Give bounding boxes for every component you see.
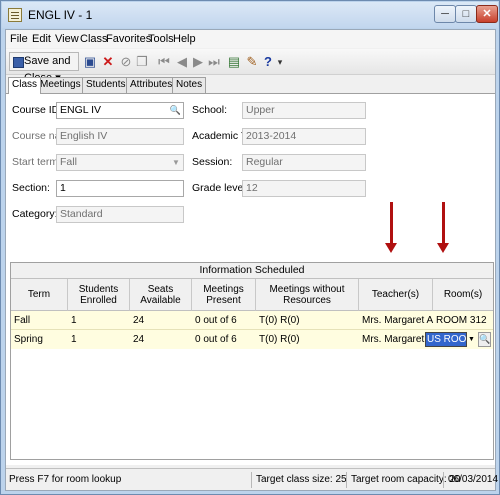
tab-meetings[interactable]: Meetings [36, 77, 85, 93]
column-header-students-enrolled[interactable]: Students Enrolled [68, 279, 130, 311]
cell-teacher[interactable]: Mrs. Margaret Anne ... [359, 330, 433, 349]
binoculars-icon[interactable]: 🔍 [478, 332, 491, 347]
grid-title: Information Scheduled [11, 263, 493, 279]
chevron-down-icon[interactable]: ▼ [170, 156, 182, 169]
table-row[interactable]: Spring 1 24 0 out of 6 T(0) R(0) Mrs. Ma… [11, 330, 493, 349]
cell-meetings-without: T(0) R(0) [259, 334, 300, 345]
attach-icon[interactable]: ⊘ [118, 54, 134, 70]
close-button[interactable]: ✕ [476, 5, 498, 23]
binoculars-icon[interactable]: 🔍 [169, 104, 182, 117]
grade-levels-field[interactable]: 12 [242, 180, 366, 197]
column-header-meetings-present[interactable]: Meetings Present [192, 279, 256, 311]
cell-room[interactable]: ROOM 312 [433, 311, 493, 330]
cell-term: Fall [14, 315, 31, 326]
section-field[interactable]: 1 [56, 180, 184, 197]
cell-seats: 24 [133, 334, 145, 345]
tab-notes[interactable]: Notes [172, 77, 207, 93]
annotation-arrow-teacher [385, 202, 397, 253]
course-id-label: Course ID: [12, 104, 63, 116]
course-name-field[interactable]: English IV [56, 128, 184, 145]
prev-record-icon[interactable]: ◀ [174, 54, 190, 70]
menu-help[interactable]: Help [173, 33, 196, 45]
academic-year-field[interactable]: 2013-2014 [242, 128, 366, 145]
tab-strip: Class Meetings Students Attributes Notes [6, 77, 495, 94]
cell-seats: 24 [133, 315, 145, 326]
tab-attributes[interactable]: Attributes [126, 77, 177, 93]
chevron-down-icon[interactable]: ▼ [467, 332, 476, 347]
column-header-rooms[interactable]: Room(s) [433, 279, 493, 311]
session-field[interactable]: Regular [242, 154, 366, 171]
column-header-meetings-without-resources[interactable]: Meetings without Resources [256, 279, 359, 311]
class-tab-panel: Course ID: ENGL IV 🔍 Course name: Englis… [6, 93, 495, 465]
cell-enrolled: 1 [71, 315, 77, 326]
menu-favorites[interactable]: Favorites [106, 33, 151, 45]
status-bar: Press F7 for room lookup Target class si… [6, 468, 499, 490]
floppy-icon[interactable]: ▣ [82, 54, 98, 70]
menu-bar: File Edit View Class Favorites Tools Hel… [6, 30, 495, 48]
start-term-select[interactable]: Fall ▼ [56, 154, 184, 171]
section-label: Section: [12, 182, 50, 194]
session-label: Session: [192, 156, 233, 168]
menu-view[interactable]: View [55, 33, 79, 45]
status-hint: Press F7 for room lookup [9, 474, 122, 485]
maximize-button[interactable]: □ [455, 5, 477, 23]
report-icon[interactable]: ▤ [226, 54, 242, 70]
status-divider [251, 472, 252, 488]
status-divider [346, 472, 347, 488]
notes-icon[interactable]: ✎ [244, 54, 260, 70]
room-select[interactable]: US ROOM 2 [425, 332, 467, 347]
copy-icon[interactable]: ❐ [134, 54, 150, 70]
tab-students[interactable]: Students [82, 77, 130, 93]
cell-meetings-without: T(0) R(0) [259, 315, 300, 326]
menu-tools[interactable]: Tools [148, 33, 174, 45]
school-field[interactable]: Upper [242, 102, 366, 119]
status-date: 06/03/2014 [448, 474, 499, 485]
category-label: Category: [12, 208, 58, 220]
menu-file[interactable]: File [10, 33, 28, 45]
start-term-label: Start term: [12, 156, 62, 168]
menu-class[interactable]: Class [80, 33, 108, 45]
course-id-field[interactable]: ENGL IV 🔍 [56, 102, 184, 119]
window-title: ENGL IV - 1 [28, 8, 93, 22]
application-window: ENGL IV - 1 ─ □ ✕ File Edit View Class F… [0, 0, 500, 495]
annotation-arrow-room [437, 202, 449, 253]
cell-meetings-present: 0 out of 6 [195, 315, 237, 326]
app-icon [8, 8, 22, 22]
cell-meetings-present: 0 out of 6 [195, 334, 237, 345]
minimize-button[interactable]: ─ [434, 5, 456, 23]
tab-class[interactable]: Class [8, 77, 42, 94]
category-field[interactable]: Standard [56, 206, 184, 223]
menu-edit[interactable]: Edit [32, 33, 51, 45]
cell-term: Spring [14, 334, 43, 345]
cell-teacher[interactable]: Mrs. Margaret Anne ... [359, 311, 433, 330]
school-label: School: [192, 104, 228, 116]
title-bar[interactable]: ENGL IV - 1 ─ □ ✕ [2, 2, 498, 28]
first-record-icon[interactable]: ⏮ [156, 54, 172, 70]
start-term-value: Fall [60, 156, 77, 168]
column-header-seats-available[interactable]: Seats Available [130, 279, 192, 311]
status-target-room-capacity: Target room capacity: 20 [351, 474, 461, 485]
column-header-teachers[interactable]: Teacher(s) [359, 279, 433, 311]
client-area: File Edit View Class Favorites Tools Hel… [5, 29, 499, 491]
delete-x-icon[interactable]: ✕ [100, 54, 116, 70]
save-and-close-button[interactable]: Save and Close ▾ [9, 52, 79, 84]
status-target-class-size: Target class size: 25 [256, 474, 347, 485]
status-divider [443, 472, 444, 488]
toolbar: Save and Close ▾ ▣ ✕ ⊘ ❐ ⏮ ◀ ▶ ⏭ ▤ ✎ ? ▾ [6, 49, 495, 84]
information-scheduled-grid: Information Scheduled Term Students Enro… [10, 262, 494, 460]
last-record-icon[interactable]: ⏭ [206, 54, 222, 70]
cell-enrolled: 1 [71, 334, 77, 345]
course-id-value: ENGL IV [60, 104, 102, 116]
next-record-icon[interactable]: ▶ [190, 54, 206, 70]
column-header-term[interactable]: Term [11, 279, 68, 311]
help-chevron-down-icon[interactable]: ▾ [272, 54, 288, 70]
table-row[interactable]: Fall 1 24 0 out of 6 T(0) R(0) Mrs. Marg… [11, 311, 493, 330]
